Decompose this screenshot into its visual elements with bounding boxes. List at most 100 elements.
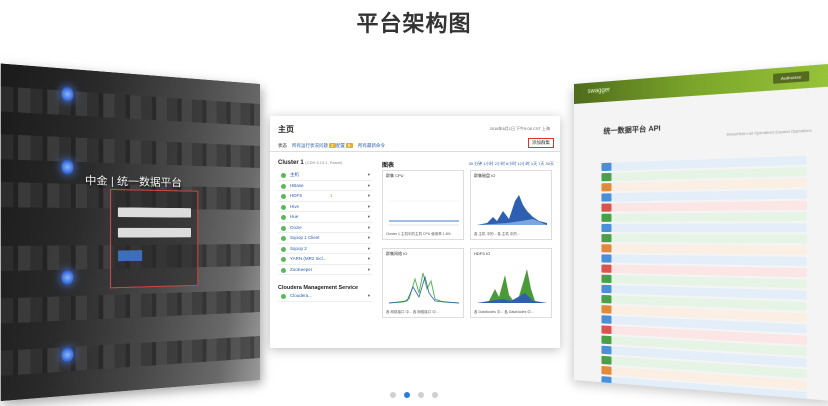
status-icon	[281, 173, 286, 178]
service-row[interactable]: Hue ▾	[278, 212, 372, 223]
chart-label: 群集网络 IO	[386, 251, 408, 256]
api-endpoint-list	[601, 155, 807, 402]
carousel-dot[interactable]	[404, 392, 410, 398]
chevron-down-icon[interactable]: ▾	[368, 233, 370, 243]
chevron-down-icon[interactable]: ▾	[368, 181, 370, 191]
chevron-down-icon[interactable]: ▾	[368, 202, 370, 212]
time-range-selector[interactable]: 30 分钟 1小时 2小时 6小时 12小时 1天 7天 30天	[469, 161, 554, 167]
chevron-down-icon[interactable]: ▾	[368, 254, 370, 264]
service-row[interactable]: Hive ▾	[278, 202, 372, 212]
slide-server-rack[interactable]: 中金 | 统一数据平台	[0, 63, 261, 402]
nav-tab-commands[interactable]: 所有最新命令	[358, 143, 385, 149]
service-name[interactable]: Sqoop 2	[290, 246, 307, 251]
chart-cpu[interactable]: 群集 CPU Cluster 1 主机中的主机 CPU 使用率 1.6%	[382, 170, 464, 240]
carousel-dot[interactable]	[390, 392, 396, 398]
rack-unit	[0, 290, 261, 324]
api-endpoint-row[interactable]	[601, 223, 807, 233]
username-field	[117, 207, 192, 218]
service-row[interactable]: Oozie ▾	[278, 223, 372, 233]
carousel-pagination	[0, 392, 828, 400]
api-endpoint-row[interactable]	[601, 200, 807, 213]
status-icon	[281, 236, 286, 241]
chart-disk-plot	[477, 195, 547, 225]
rack-unit	[0, 336, 261, 376]
swagger-logo: swagger	[587, 87, 611, 96]
service-name[interactable]: ZooKeeper	[290, 267, 312, 272]
chevron-down-icon[interactable]: ▾	[368, 191, 370, 201]
service-name[interactable]: 主机	[290, 172, 299, 177]
rack-unit	[0, 86, 261, 126]
add-cluster-button[interactable]: 添加群集	[528, 138, 554, 148]
dashboard-nav: 状态 所有运行状况问题 2 配置 5 所有最新命令	[270, 140, 560, 152]
nav-tab-health-issues[interactable]: 所有运行状况问题 2	[292, 143, 336, 149]
cluster-panel: Cluster 1 (CDH 5.13.1, Parcel) 主机 ▾ HBase ▾…	[278, 160, 372, 346]
chart-cpu-plot	[389, 200, 459, 226]
service-row[interactable]: Sqoop 2 ▾	[278, 244, 372, 254]
chevron-down-icon[interactable]: ▾	[368, 212, 370, 222]
stage: 平台架构图 中金 | 统一数据平台 主页 2018年8月1日 下午5:05 CS	[0, 0, 828, 406]
chart-hdfs-io[interactable]: HDFS IO 各 DataNodes 中... 各 DataNodes 中..…	[470, 248, 552, 318]
slide-api-docs[interactable]: swagger Authorize 统一数据平台 API Show/Hide L…	[574, 63, 828, 402]
status-icon	[281, 294, 286, 299]
api-endpoint-row[interactable]	[601, 211, 807, 223]
service-row[interactable]: 主机 ▾	[278, 170, 372, 181]
chart-legend: Cluster 1 主机中的主机 CPU 使用率 1.6%	[386, 232, 451, 236]
api-operation-links[interactable]: Show/Hide List Operations Expand Operati…	[726, 128, 811, 136]
service-row[interactable]: Sqoop 1 Client ▾	[278, 233, 372, 244]
carousel-dot[interactable]	[418, 392, 424, 398]
http-method-badge	[601, 233, 612, 243]
service-list: 主机 ▾ HBase ▾ HDFS 1 ▾ Hive ▾ Hue ▾ Oozie ▾ Sqoop 1 Cl…	[278, 170, 372, 275]
service-name[interactable]: YARN (MR2 Incl...	[290, 256, 326, 261]
chart-network-io[interactable]: 群集网络 IO 各 网络接口 中... 各 网络接口 中...	[382, 248, 464, 318]
cluster-title[interactable]: Cluster 1 (CDH 5.13.1, Parcel)	[278, 160, 372, 166]
chevron-down-icon[interactable]: ▾	[368, 170, 370, 180]
chart-hdfs-plot	[477, 269, 547, 303]
service-row[interactable]: ZooKeeper ▾	[278, 265, 372, 275]
chevron-down-icon[interactable]: ▾	[368, 223, 370, 233]
http-method-badge	[601, 284, 612, 294]
service-name[interactable]: Sqoop 1 Client	[290, 235, 320, 240]
service-name[interactable]: Hue	[290, 214, 298, 219]
dashboard-timestamp: 2018年8月1日 下午5:05 CST 上海	[489, 126, 550, 131]
chart-label: 群集 CPU	[386, 173, 404, 178]
api-endpoint-row[interactable]	[601, 233, 807, 244]
service-name[interactable]: HBase	[290, 183, 304, 188]
http-method-badge	[601, 183, 612, 192]
http-method-badge	[601, 193, 612, 202]
nav-tab-config[interactable]: 配置 5	[336, 143, 353, 149]
http-method-badge	[601, 315, 612, 325]
chevron-down-icon[interactable]: ▾	[368, 291, 370, 301]
chevron-down-icon[interactable]: ▾	[368, 265, 370, 275]
service-row[interactable]: YARN (MR2 Incl... ▾	[278, 254, 372, 265]
authorize-button[interactable]: Authorize	[773, 71, 810, 84]
charts-panel: 图表 30 分钟 1小时 2小时 6小时 12小时 1天 7天 30天 群集 C…	[382, 160, 554, 346]
http-method-badge	[601, 294, 612, 304]
slide-dashboard[interactable]: 主页 2018年8月1日 下午5:05 CST 上海 状态 所有运行状况问题 2 …	[270, 116, 560, 348]
http-method-badge	[601, 274, 612, 284]
api-title: 统一数据平台 API	[603, 125, 661, 136]
service-name[interactable]: Hive	[290, 204, 299, 209]
carousel-dot[interactable]	[432, 392, 438, 398]
led-icon	[61, 159, 74, 175]
service-name[interactable]: Oozie	[290, 225, 302, 230]
http-method-badge	[601, 264, 612, 274]
nav-tab-status[interactable]: 状态	[278, 143, 287, 149]
service-name[interactable]: HDFS	[290, 193, 302, 198]
status-icon	[281, 183, 286, 189]
service-row[interactable]: HBase ▾	[278, 181, 372, 191]
chart-label: 群集磁盘 IO	[474, 173, 496, 178]
http-method-badge	[601, 325, 612, 335]
status-icon	[281, 225, 286, 231]
http-method-badge	[601, 375, 612, 386]
api-endpoint-row[interactable]	[601, 244, 807, 256]
service-row[interactable]: HDFS 1 ▾	[278, 191, 372, 202]
chevron-down-icon[interactable]: ▾	[368, 244, 370, 254]
chart-disk-io[interactable]: 群集磁盘 IO 各 主机 中的... 各 主机 中的...	[470, 170, 552, 240]
dashboard-heading: 主页	[278, 125, 294, 134]
http-method-badge	[601, 345, 612, 355]
carousel[interactable]: 中金 | 统一数据平台 主页 2018年8月1日 下午5:05 CST 上海 状…	[0, 63, 828, 402]
http-method-badge	[601, 365, 612, 375]
cms-item[interactable]: Cloudera... ▾	[278, 291, 372, 302]
http-method-badge	[601, 172, 612, 182]
api-endpoint-row[interactable]	[601, 189, 807, 202]
